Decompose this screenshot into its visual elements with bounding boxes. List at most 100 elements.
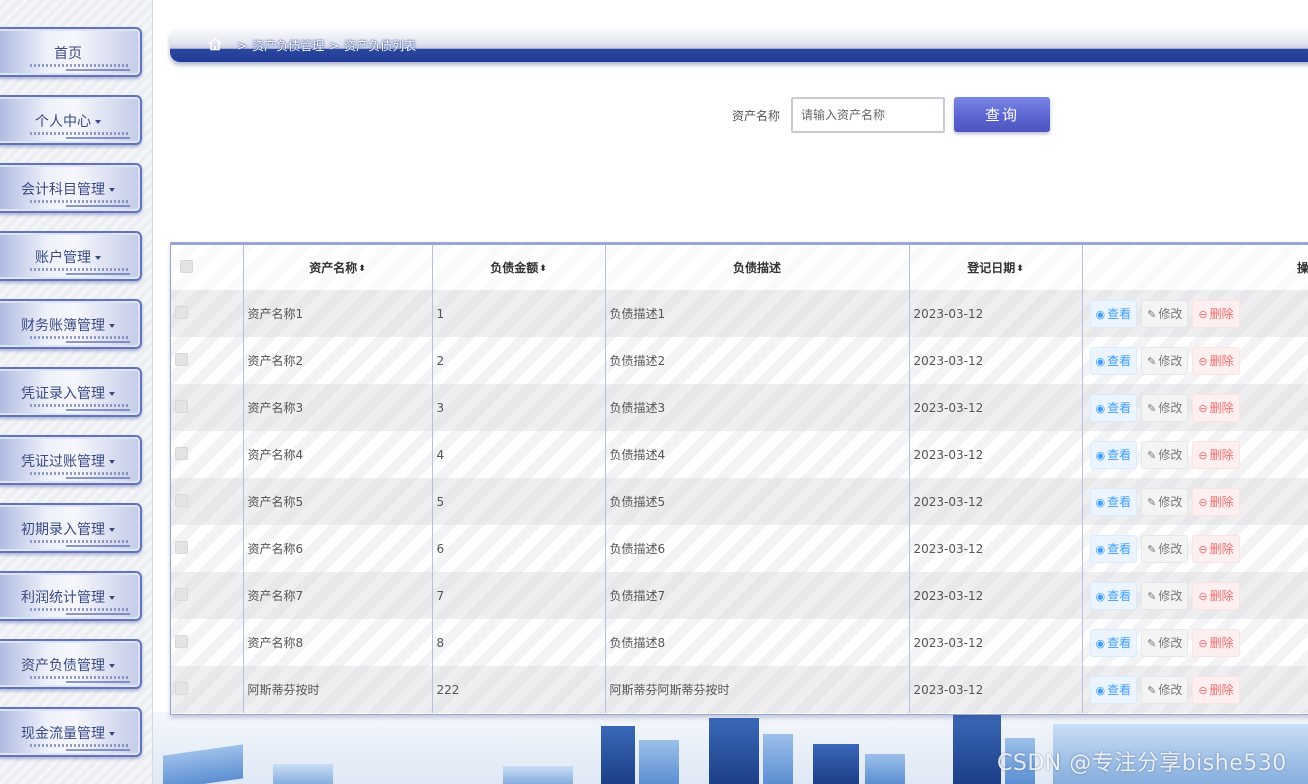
sidebar-item-menu-6[interactable]: 凭证过账管理 — [0, 435, 142, 485]
delete-button[interactable]: ⊖ 删除 — [1192, 440, 1240, 469]
edit-button[interactable]: ✎ 修改 — [1141, 628, 1189, 657]
edit-button[interactable]: ✎ 修改 — [1141, 581, 1189, 610]
cell-amount: 222 — [432, 666, 606, 713]
sidebar-item-menu-10[interactable]: 现金流量管理 — [0, 707, 142, 757]
delete-button[interactable]: ⊖ 删除 — [1192, 628, 1240, 657]
table-row: 资产名称7 7 负债描述7 2023-03-12 ◉ 查看 ✎ 修改 ⊖ 删除 — [171, 572, 1308, 619]
delete-button[interactable]: ⊖ 删除 — [1192, 299, 1240, 328]
cell-description: 负债描述8 — [605, 619, 910, 666]
eye-icon: ◉ — [1095, 495, 1106, 509]
sidebar-item-menu-7[interactable]: 初期录入管理 — [0, 503, 142, 553]
sidebar-item-menu-1[interactable]: 个人中心 — [0, 95, 142, 145]
sidebar-item-menu-9[interactable]: 资产负债管理 — [0, 639, 142, 689]
sort-icon[interactable]: ⬍ — [358, 264, 366, 274]
menu-decoration — [30, 540, 128, 543]
edit-button[interactable]: ✎ 修改 — [1141, 675, 1189, 704]
cell-date: 2023-03-12 — [909, 572, 1083, 619]
sidebar-item-text: 现金流量管理 — [21, 726, 105, 742]
cell-date: 2023-03-12 — [909, 619, 1083, 666]
sidebar-item-menu-3[interactable]: 账户管理 — [0, 231, 142, 281]
row-checkbox[interactable] — [175, 305, 188, 319]
cell-date: 2023-03-12 — [909, 290, 1083, 337]
delete-button[interactable]: ⊖ 删除 — [1192, 487, 1240, 516]
row-checkbox[interactable] — [175, 446, 188, 460]
edit-button[interactable]: ✎ 修改 — [1141, 534, 1189, 563]
view-button[interactable]: ◉ 查看 — [1089, 487, 1138, 516]
view-button[interactable]: ◉ 查看 — [1089, 628, 1138, 657]
edit-button[interactable]: ✎ 修改 — [1141, 299, 1189, 328]
edit-button[interactable]: ✎ 修改 — [1141, 393, 1189, 422]
sidebar-item-menu-5[interactable]: 凭证录入管理 — [0, 367, 142, 417]
search-input[interactable] — [791, 97, 945, 133]
cell-actions: ◉ 查看 ✎ 修改 ⊖ 删除 — [1082, 666, 1308, 713]
sidebar-item-home[interactable]: 首页 — [0, 27, 142, 77]
sort-icon[interactable]: ⬍ — [1016, 264, 1024, 274]
row-checkbox[interactable] — [175, 540, 188, 554]
delete-button[interactable]: ⊖ 删除 — [1192, 346, 1240, 375]
delete-label: 删除 — [1209, 682, 1234, 697]
edit-label: 修改 — [1158, 682, 1183, 697]
caret-down-icon — [109, 664, 115, 668]
delete-button[interactable]: ⊖ 删除 — [1192, 581, 1240, 610]
sidebar-item-menu-2[interactable]: 会计科目管理 — [0, 163, 142, 213]
sidebar-item-menu-4[interactable]: 财务账簿管理 — [0, 299, 142, 349]
row-checkbox[interactable] — [175, 681, 188, 695]
delete-button[interactable]: ⊖ 删除 — [1192, 534, 1240, 563]
cell-asset-name: 资产名称8 — [243, 619, 433, 666]
menu-decoration — [66, 137, 130, 139]
delete-button[interactable]: ⊖ 删除 — [1192, 393, 1240, 422]
cell-amount: 6 — [432, 525, 606, 572]
select-all-checkbox[interactable] — [180, 259, 193, 273]
view-button[interactable]: ◉ 查看 — [1089, 346, 1138, 375]
row-select-cell — [171, 572, 244, 619]
row-select-cell — [171, 384, 244, 431]
edit-button[interactable]: ✎ 修改 — [1141, 440, 1189, 469]
sidebar-item-label: 初期录入管理 — [0, 519, 140, 539]
view-button[interactable]: ◉ 查看 — [1089, 534, 1138, 563]
row-checkbox[interactable] — [175, 634, 188, 648]
view-button[interactable]: ◉ 查看 — [1089, 440, 1138, 469]
table-row: 资产名称2 2 负债描述2 2023-03-12 ◉ 查看 ✎ 修改 ⊖ 删除 — [171, 337, 1308, 384]
sidebar-item-label: 现金流量管理 — [0, 723, 140, 743]
pencil-icon: ✎ — [1147, 495, 1157, 509]
pencil-icon: ✎ — [1147, 307, 1157, 321]
sidebar: 首页个人中心会计科目管理 账户管理财务账簿管理凭证录入管理凭证过账管理初期录入管理… — [0, 0, 153, 784]
search-label: 资产名称 — [732, 109, 781, 123]
breadcrumb-item-asset-liability[interactable]: 资产负债管理 — [252, 39, 324, 53]
view-button[interactable]: ◉ 查看 — [1089, 675, 1138, 704]
table-header-row: 资产名称⬍ 负债金额⬍ 负债描述 登记日期⬍ 操作 — [171, 245, 1308, 290]
view-button[interactable]: ◉ 查看 — [1089, 299, 1138, 328]
edit-label: 修改 — [1158, 588, 1183, 603]
delete-label: 删除 — [1209, 541, 1234, 556]
minus-circle-icon: ⊖ — [1198, 589, 1208, 603]
row-checkbox[interactable] — [175, 493, 188, 507]
column-header-asset-name[interactable]: 资产名称⬍ — [243, 245, 433, 290]
view-label: 查看 — [1107, 635, 1132, 650]
row-checkbox[interactable] — [175, 352, 188, 366]
cell-date: 2023-03-12 — [909, 478, 1083, 525]
row-checkbox[interactable] — [175, 399, 188, 413]
view-label: 查看 — [1107, 494, 1132, 509]
delete-button[interactable]: ⊖ 删除 — [1192, 675, 1240, 704]
home-icon[interactable] — [208, 36, 222, 51]
eye-icon: ◉ — [1095, 542, 1106, 556]
search-button[interactable]: 查询 — [954, 97, 1050, 132]
sidebar-item-menu-8[interactable]: 利润统计管理 — [0, 571, 142, 621]
edit-label: 修改 — [1158, 494, 1183, 509]
edit-button[interactable]: ✎ 修改 — [1141, 487, 1189, 516]
menu-decoration — [66, 409, 130, 411]
view-button[interactable]: ◉ 查看 — [1089, 393, 1138, 422]
row-checkbox[interactable] — [175, 587, 188, 601]
column-header-date[interactable]: 登记日期⬍ — [909, 245, 1083, 290]
sidebar-item-label: 凭证录入管理 — [0, 383, 140, 403]
cell-amount: 1 — [432, 290, 606, 337]
view-label: 查看 — [1107, 306, 1132, 321]
edit-label: 修改 — [1158, 306, 1183, 321]
view-button[interactable]: ◉ 查看 — [1089, 581, 1138, 610]
sort-icon[interactable]: ⬍ — [539, 264, 547, 274]
breadcrumb-item-list: 资产负债列表 — [344, 39, 417, 53]
column-header-amount[interactable]: 负债金额⬍ — [432, 245, 606, 290]
menu-decoration — [30, 132, 128, 135]
edit-button[interactable]: ✎ 修改 — [1141, 346, 1189, 375]
cell-description: 负债描述5 — [605, 478, 910, 525]
